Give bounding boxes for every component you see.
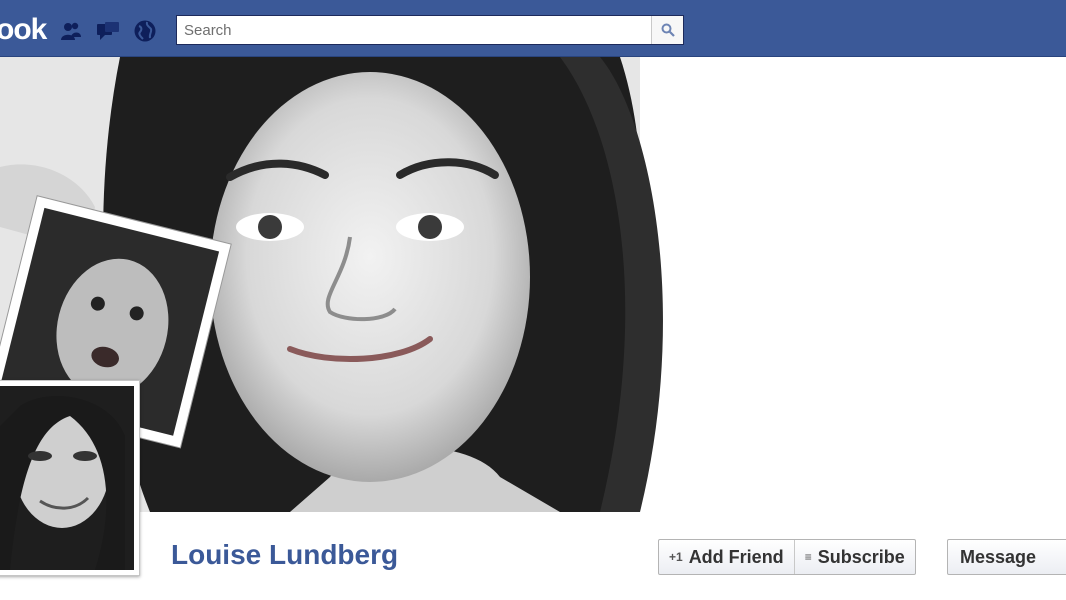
subscribe-button[interactable]: ≡ Subscribe — [793, 540, 915, 574]
profile-picture[interactable] — [0, 380, 140, 576]
notifications-globe-icon[interactable] — [132, 18, 158, 44]
search-input[interactable] — [177, 16, 651, 44]
messages-icon[interactable] — [95, 18, 121, 44]
profile-name: Louise Lundberg — [171, 539, 399, 570]
add-friend-icon: +1 — [669, 550, 683, 564]
message-button-group: Message — [947, 539, 1066, 575]
profile-image — [0, 386, 134, 570]
magnifier-icon — [661, 23, 675, 37]
subscribe-label: Subscribe — [817, 546, 905, 567]
search-button[interactable] — [651, 16, 683, 44]
cover-image — [0, 57, 1066, 512]
subscribe-icon: ≡ — [804, 550, 812, 564]
message-button[interactable]: Message — [948, 540, 1046, 574]
search-bar — [176, 15, 684, 45]
message-label: Message — [960, 546, 1037, 567]
friend-requests-icon[interactable] — [58, 18, 84, 44]
add-friend-button[interactable]: +1 Add Friend — [659, 540, 794, 574]
friend-subscribe-button-group: +1 Add Friend ≡ Subscribe — [658, 539, 916, 575]
facebook-logo[interactable]: ook — [0, 13, 47, 47]
add-friend-label: Add Friend — [688, 546, 784, 567]
top-navigation-bar: ook — [0, 0, 1066, 57]
cover-photo[interactable] — [0, 57, 1066, 512]
